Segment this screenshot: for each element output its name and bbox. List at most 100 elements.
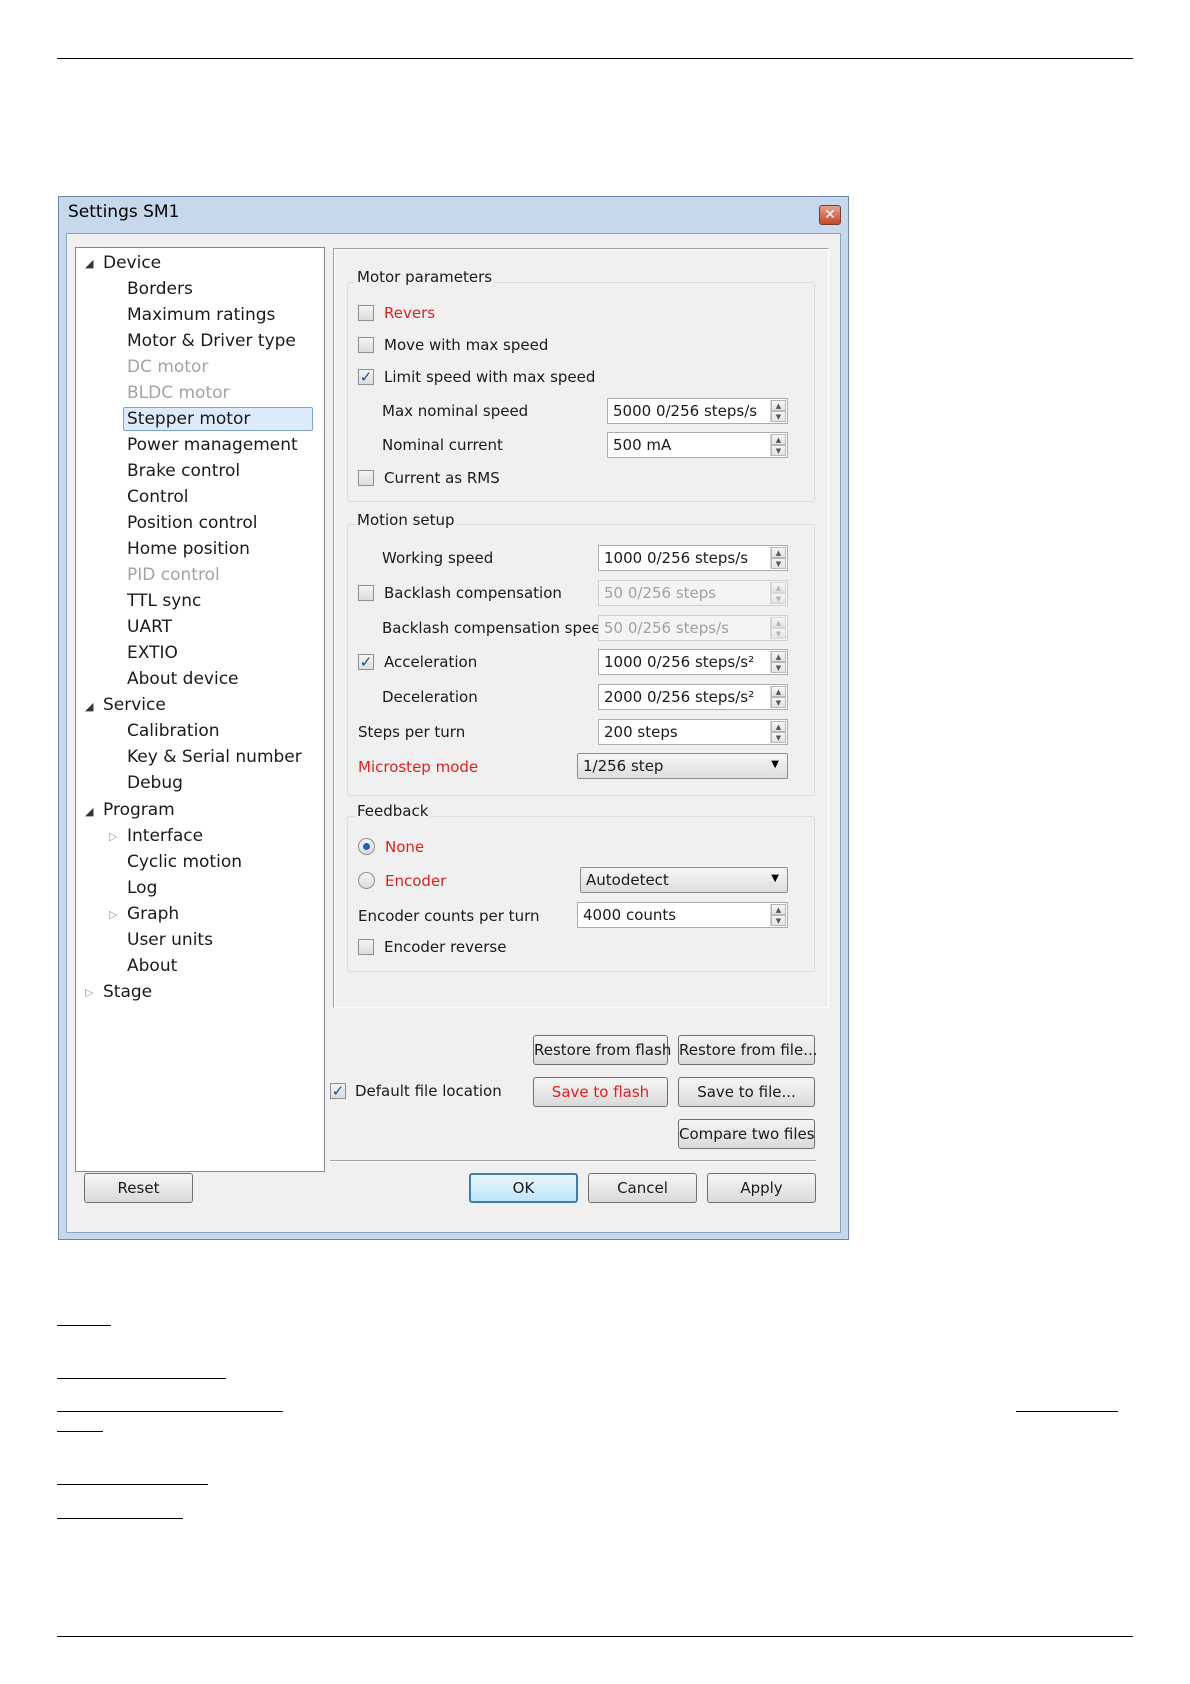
reset-button[interactable]: Reset xyxy=(84,1173,193,1203)
compare-two-files-button[interactable]: Compare two files xyxy=(678,1119,815,1149)
link-underline-1[interactable] xyxy=(57,1325,111,1326)
expand-program-icon[interactable]: ◢ xyxy=(85,805,93,818)
apply-button[interactable]: Apply xyxy=(707,1173,816,1203)
tree-item-key-serial-number[interactable]: Key & Serial number xyxy=(127,746,302,768)
page-bottom-rule xyxy=(57,1636,1133,1637)
spin-up-icon[interactable]: ▲ xyxy=(771,686,786,697)
deceleration-spinbox[interactable]: 2000 0/256 steps/s² ▲ ▼ xyxy=(598,684,788,710)
spin-arrows[interactable]: ▲ ▼ xyxy=(770,904,786,926)
steps-per-turn-value: 200 steps xyxy=(604,723,678,741)
expand-device-icon[interactable]: ◢ xyxy=(85,257,93,270)
spin-down-icon[interactable]: ▼ xyxy=(771,411,786,422)
nominal-current-spinbox[interactable]: 500 mA ▲ ▼ xyxy=(607,432,788,458)
tree-item-device[interactable]: Device xyxy=(103,252,161,274)
max-nominal-speed-spinbox[interactable]: 5000 0/256 steps/s ▲ ▼ xyxy=(607,398,788,424)
backlash-speed-spinbox: 50 0/256 steps/s ▲ ▼ xyxy=(598,615,788,641)
tree-item-cyclic-motion[interactable]: Cyclic motion xyxy=(127,851,242,873)
acceleration-spinbox[interactable]: 1000 0/256 steps/s² ▲ ▼ xyxy=(598,649,788,675)
spin-down-icon[interactable]: ▼ xyxy=(771,732,786,743)
ok-button[interactable]: OK xyxy=(469,1173,578,1203)
spin-up-icon[interactable]: ▲ xyxy=(771,721,786,732)
footer-separator xyxy=(330,1160,816,1161)
tree-item-log[interactable]: Log xyxy=(127,877,157,899)
restore-from-flash-button[interactable]: Restore from flash xyxy=(533,1035,671,1065)
spin-down-icon[interactable]: ▼ xyxy=(771,697,786,708)
default-file-location-checkbox[interactable]: ✓ xyxy=(330,1083,346,1099)
spin-up-icon[interactable]: ▲ xyxy=(771,904,786,915)
tree-item-stepper-motor[interactable]: Stepper motor xyxy=(123,407,313,431)
spin-down-icon[interactable]: ▼ xyxy=(771,662,786,673)
tree-item-program[interactable]: Program xyxy=(103,799,175,821)
expand-interface-icon[interactable]: ▷ xyxy=(109,830,117,843)
spin-arrows[interactable]: ▲ ▼ xyxy=(770,400,786,422)
tree-item-about-device[interactable]: About device xyxy=(127,668,239,690)
link-underline-3[interactable] xyxy=(57,1411,283,1412)
cancel-button[interactable]: Cancel xyxy=(588,1173,697,1203)
steps-per-turn-spinbox[interactable]: 200 steps ▲ ▼ xyxy=(598,719,788,745)
move-max-speed-checkbox[interactable] xyxy=(358,337,374,353)
spin-down-icon[interactable]: ▼ xyxy=(771,915,786,926)
limit-speed-checkbox[interactable]: ✓ xyxy=(358,369,374,385)
spin-up-icon[interactable]: ▲ xyxy=(771,400,786,411)
spin-arrows[interactable]: ▲ ▼ xyxy=(770,651,786,673)
tree-item-power-management[interactable]: Power management xyxy=(127,434,298,456)
expand-stage-icon[interactable]: ▷ xyxy=(85,986,93,999)
save-to-file-button[interactable]: Save to file... xyxy=(678,1077,815,1107)
encoder-mode-select[interactable]: Autodetect ▼ xyxy=(580,867,788,893)
tree-item-service[interactable]: Service xyxy=(103,694,166,716)
settings-tree[interactable]: ◢ Device Borders Maximum ratings Motor &… xyxy=(75,247,325,1172)
tree-item-maximum-ratings[interactable]: Maximum ratings xyxy=(127,304,275,326)
spin-arrows[interactable]: ▲ ▼ xyxy=(770,434,786,456)
spin-arrows[interactable]: ▲ ▼ xyxy=(770,686,786,708)
spin-up-icon[interactable]: ▲ xyxy=(771,651,786,662)
tree-item-ttl-sync[interactable]: TTL sync xyxy=(127,590,201,612)
microstep-mode-select[interactable]: 1/256 step ▼ xyxy=(577,753,788,779)
encoder-reverse-checkbox[interactable] xyxy=(358,939,374,955)
tree-item-user-units[interactable]: User units xyxy=(127,929,213,951)
expand-graph-icon[interactable]: ▷ xyxy=(109,908,117,921)
restore-from-file-button[interactable]: Restore from file... xyxy=(678,1035,818,1065)
tree-item-control[interactable]: Control xyxy=(127,486,188,508)
tree-item-graph[interactable]: Graph xyxy=(127,903,179,925)
tree-item-home-position[interactable]: Home position xyxy=(127,538,250,560)
tree-item-borders[interactable]: Borders xyxy=(127,278,193,300)
backlash-checkbox[interactable] xyxy=(358,585,374,601)
tree-item-interface[interactable]: Interface xyxy=(127,825,203,847)
tree-item-motor-driver-type[interactable]: Motor & Driver type xyxy=(127,330,296,352)
tree-item-brake-control[interactable]: Brake control xyxy=(127,460,240,482)
spin-arrows[interactable]: ▲ ▼ xyxy=(770,721,786,743)
tree-item-position-control[interactable]: Position control xyxy=(127,512,258,534)
deceleration-value: 2000 0/256 steps/s² xyxy=(604,688,755,706)
backlash-value: 50 0/256 steps xyxy=(604,584,717,602)
spin-arrows: ▲ ▼ xyxy=(770,617,786,639)
max-nominal-speed-value: 5000 0/256 steps/s xyxy=(613,402,758,420)
encoder-reverse-label: Encoder reverse xyxy=(384,938,507,956)
tree-item-about[interactable]: About xyxy=(127,955,177,977)
link-underline-5[interactable] xyxy=(57,1431,103,1432)
tree-item-uart[interactable]: UART xyxy=(127,616,172,638)
feedback-encoder-radio[interactable] xyxy=(358,872,375,889)
link-underline-6[interactable] xyxy=(57,1484,208,1485)
close-button[interactable]: ✕ xyxy=(819,205,841,225)
spin-up-icon: ▲ xyxy=(771,582,786,593)
encoder-counts-spinbox[interactable]: 4000 counts ▲ ▼ xyxy=(577,902,788,928)
spin-up-icon[interactable]: ▲ xyxy=(771,547,786,558)
revers-checkbox[interactable] xyxy=(358,305,374,321)
tree-item-stage[interactable]: Stage xyxy=(103,981,152,1003)
spin-up-icon[interactable]: ▲ xyxy=(771,434,786,445)
current-rms-checkbox[interactable] xyxy=(358,470,374,486)
link-underline-2[interactable] xyxy=(57,1378,226,1379)
tree-item-extio[interactable]: EXTIO xyxy=(127,642,178,664)
spin-arrows[interactable]: ▲ ▼ xyxy=(770,547,786,569)
spin-down-icon[interactable]: ▼ xyxy=(771,558,786,569)
working-speed-spinbox[interactable]: 1000 0/256 steps/s ▲ ▼ xyxy=(598,545,788,571)
tree-item-debug[interactable]: Debug xyxy=(127,772,183,794)
expand-service-icon[interactable]: ◢ xyxy=(85,700,93,713)
acceleration-checkbox[interactable]: ✓ xyxy=(358,654,374,670)
link-underline-7[interactable] xyxy=(57,1518,183,1519)
link-underline-4[interactable] xyxy=(1016,1411,1118,1412)
save-to-flash-button[interactable]: Save to flash xyxy=(533,1077,668,1107)
tree-item-calibration[interactable]: Calibration xyxy=(127,720,220,742)
feedback-none-radio[interactable] xyxy=(358,838,375,855)
spin-down-icon[interactable]: ▼ xyxy=(771,445,786,456)
